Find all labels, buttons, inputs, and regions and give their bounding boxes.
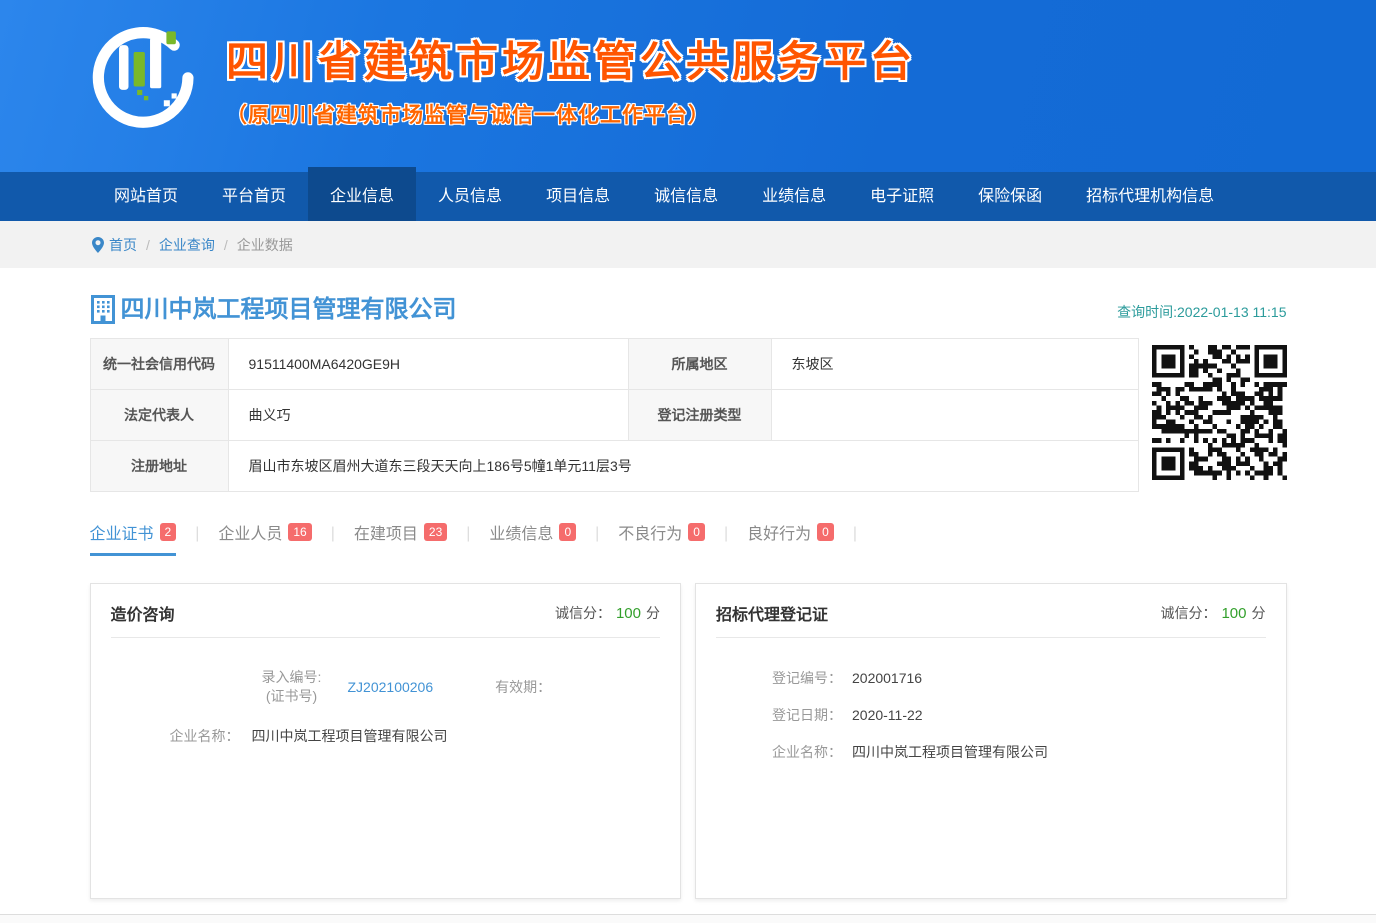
- credit-code-label: 统一社会信用代码: [90, 339, 228, 390]
- site-header: 四川省建筑市场监管公共服务平台 （原四川省建筑市场监管与诚信一体化工作平台）: [0, 0, 1376, 172]
- count-badge: 0: [817, 523, 834, 541]
- count-badge: 16: [288, 523, 311, 541]
- tab-good-behavior[interactable]: 良好行为 0: [747, 520, 834, 556]
- certificate-card-cost-consulting: 造价咨询 诚信分： 100 分 录入编号: (证书号) ZJ202100206 有效…: [90, 583, 682, 899]
- region-label: 所属地区: [628, 339, 771, 390]
- company-name-label: 企业名称：: [166, 726, 240, 746]
- tab-separator: |: [853, 525, 857, 552]
- registration-type-value: [771, 390, 1138, 441]
- qr-code: [1152, 345, 1287, 480]
- registration-date-label: 登记日期：: [764, 705, 842, 725]
- registration-number-link[interactable]: 202001716: [852, 670, 922, 686]
- tab-enterprise-certificates[interactable]: 企业证书 2: [90, 520, 177, 556]
- breadcrumb: 首页 / 企业查询 / 企业数据: [0, 221, 1376, 268]
- credit-score: 诚信分： 100 分: [555, 603, 660, 623]
- registration-number-label: 登记编号：: [764, 668, 842, 688]
- tab-separator: |: [724, 525, 728, 552]
- breadcrumb-enterprise-query-link[interactable]: 企业查询: [159, 235, 215, 255]
- tab-label: 企业人员: [218, 520, 282, 544]
- tab-label: 不良行为: [618, 520, 682, 544]
- footer-divider: [0, 914, 1376, 923]
- legal-rep-value: 曲义巧: [228, 390, 628, 441]
- credit-score-label: 诚信分：: [1160, 605, 1216, 621]
- nav-item-platform-home[interactable]: 平台首页: [200, 172, 308, 221]
- tab-enterprise-personnel[interactable]: 企业人员 16: [218, 520, 311, 556]
- company-info-table: 统一社会信用代码 91511400MA6420GE9H 所属地区 东坡区 法定代…: [90, 338, 1139, 492]
- tab-separator: |: [595, 525, 599, 552]
- table-row: 统一社会信用代码 91511400MA6420GE9H 所属地区 东坡区: [90, 339, 1138, 390]
- query-time: 查询时间:2022-01-13 11:15: [1117, 302, 1286, 325]
- certificate-card-bidding-agency: 招标代理登记证 诚信分： 100 分 登记编号： 202001716 登记日期： 2…: [695, 583, 1287, 899]
- credit-score: 诚信分： 100 分: [1160, 603, 1265, 623]
- count-badge: 23: [424, 523, 447, 541]
- tab-label: 业绩信息: [489, 520, 553, 544]
- page-title-company-name: 四川中岚工程项目管理有限公司: [121, 295, 1118, 325]
- card-title: 招标代理登记证: [716, 601, 828, 625]
- card-title: 造价咨询: [111, 601, 175, 625]
- count-badge: 0: [688, 523, 705, 541]
- nav-item-insurance-guarantee[interactable]: 保险保函: [956, 172, 1064, 221]
- building-icon: [90, 294, 117, 325]
- nav-item-performance-info[interactable]: 业绩信息: [740, 172, 848, 221]
- tab-performance-info[interactable]: 业绩信息 0: [489, 520, 576, 556]
- registered-address-label: 注册地址: [90, 441, 228, 492]
- credit-score-value: 100: [1221, 605, 1246, 622]
- company-name-label: 企业名称：: [764, 742, 842, 762]
- table-row: 注册地址 眉山市东坡区眉州大道东三段天天向上186号5幢1单元11层3号: [90, 441, 1138, 492]
- breadcrumb-separator: /: [224, 237, 228, 253]
- tab-separator: |: [466, 525, 470, 552]
- registration-date-value: 2020-11-22: [852, 707, 923, 723]
- nav-item-personnel-info[interactable]: 人员信息: [416, 172, 524, 221]
- region-value: 东坡区: [771, 339, 1138, 390]
- credit-code-value: 91511400MA6420GE9H: [228, 339, 628, 390]
- certificate-number-link[interactable]: ZJ202100206: [348, 679, 434, 695]
- count-badge: 2: [160, 523, 177, 541]
- breadcrumb-current: 企业数据: [237, 235, 293, 255]
- detail-tabs: 企业证书 2 | 企业人员 16 | 在建项目 23 | 业绩信息 0 | 不良…: [90, 520, 1287, 556]
- breadcrumb-home-link[interactable]: 首页: [109, 235, 137, 255]
- main-nav: 网站首页 平台首页 企业信息 人员信息 项目信息 诚信信息 业绩信息 电子证照 …: [0, 172, 1376, 221]
- site-subtitle: （原四川省建筑市场监管与诚信一体化工作平台）: [226, 99, 916, 129]
- credit-score-unit: 分: [646, 605, 660, 621]
- company-name-value: 四川中岚工程项目管理有限公司: [252, 726, 448, 746]
- tab-separator: |: [195, 525, 199, 552]
- validity-label: 有效期：: [495, 677, 551, 697]
- credit-score-value: 100: [616, 605, 641, 622]
- nav-item-website-home[interactable]: 网站首页: [92, 172, 200, 221]
- company-name-value: 四川中岚工程项目管理有限公司: [852, 742, 1048, 762]
- tab-label: 在建项目: [354, 520, 418, 544]
- tab-label: 企业证书: [90, 520, 154, 544]
- tab-separator: |: [331, 525, 335, 552]
- registration-type-label: 登记注册类型: [628, 390, 771, 441]
- tab-projects-under-construction[interactable]: 在建项目 23: [354, 520, 447, 556]
- nav-item-credit-info[interactable]: 诚信信息: [632, 172, 740, 221]
- tab-label: 良好行为: [747, 520, 811, 544]
- location-pin-icon: [92, 237, 104, 253]
- table-row: 法定代表人 曲义巧 登记注册类型: [90, 390, 1138, 441]
- nav-item-bidding-agency-info[interactable]: 招标代理机构信息: [1064, 172, 1236, 221]
- platform-logo-icon: [88, 14, 200, 140]
- nav-item-e-certificate[interactable]: 电子证照: [848, 172, 956, 221]
- legal-rep-label: 法定代表人: [90, 390, 228, 441]
- registered-address-value: 眉山市东坡区眉州大道东三段天天向上186号5幢1单元11层3号: [228, 441, 1138, 492]
- credit-score-unit: 分: [1252, 605, 1266, 621]
- site-title: 四川省建筑市场监管公共服务平台: [226, 28, 916, 89]
- credit-score-label: 诚信分：: [555, 605, 611, 621]
- nav-item-enterprise-info[interactable]: 企业信息: [308, 167, 416, 221]
- nav-item-project-info[interactable]: 项目信息: [524, 172, 632, 221]
- entry-number-label: 录入编号: (证书号): [246, 668, 338, 706]
- breadcrumb-separator: /: [146, 237, 150, 253]
- tab-bad-behavior[interactable]: 不良行为 0: [618, 520, 705, 556]
- count-badge: 0: [559, 523, 576, 541]
